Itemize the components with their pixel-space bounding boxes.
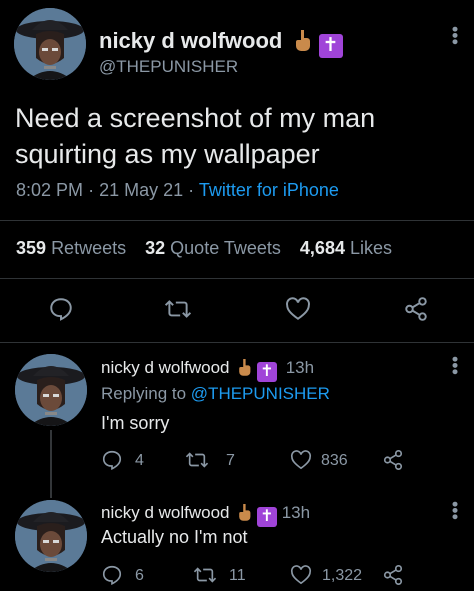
latin-cross-emoji-icon: ✝ [256,362,277,382]
retweets-stat[interactable]: 359 Retweets [16,238,126,258]
divider [0,278,474,279]
tweet-time[interactable]: 8:02 PM [16,180,83,200]
avatar[interactable] [15,500,87,572]
reply-icon[interactable] [101,564,123,591]
divider [0,220,474,221]
reply-icon[interactable] [101,449,123,476]
quotes-stat[interactable]: 32 Quote Tweets [145,238,281,258]
like-count: 836 [321,452,348,469]
display-name[interactable]: nicky d wolfwood [101,503,230,522]
meta-separator: · [188,180,199,200]
reply-icon[interactable] [48,296,74,327]
likes-stat[interactable]: 4,684 Likes [300,238,392,258]
like-icon[interactable] [285,297,311,326]
tweet-text: Need a screenshot of my man squirting as… [15,100,375,172]
like-icon[interactable] [290,565,312,590]
reply-action-bar: 6 11 1,322 [101,564,431,588]
reply-time[interactable]: 13h [286,358,314,377]
tweet-source[interactable]: Twitter for iPhone [199,180,339,200]
latin-cross-emoji-icon: ✝ [318,34,343,58]
avatar-image [15,500,87,572]
like-count: 1,322 [322,567,363,584]
retweet-count: 7 [226,452,235,469]
mention-link[interactable]: @THEPUNISHER [191,384,330,403]
like-icon[interactable] [290,450,312,475]
tweet-text-line: squirting as my wallpaper [15,139,320,169]
display-name[interactable]: nicky d wolfwood [101,358,230,377]
reply-action-bar: 4 7 836 [101,449,431,473]
handle[interactable]: @THEPUNISHER [99,57,238,77]
avatar-image [15,354,87,426]
thread-line [50,430,52,498]
reply-time[interactable]: 13h [282,503,310,522]
share-icon[interactable] [382,564,404,591]
replying-to: Replying to @THEPUNISHER [101,384,330,403]
tweet-meta: 8:02 PM · 21 May 21 · Twitter for iPhone [16,180,339,201]
hand-emoji-icon [236,503,252,526]
tweet-date[interactable]: 21 May 21 [99,180,183,200]
retweet-count: 11 [229,567,246,584]
tweet-text-line: Need a screenshot of my man [15,103,376,133]
meta-separator: · [88,180,100,200]
latin-cross-emoji-icon: ✝ [256,507,277,527]
avatar[interactable] [14,8,86,80]
more-icon[interactable]: ••• [445,26,465,45]
more-icon[interactable]: ••• [445,356,465,375]
hand-emoji-icon [236,358,252,381]
divider [0,342,474,343]
retweet-icon[interactable] [185,449,209,476]
avatar-image [14,8,86,80]
hand-emoji-icon [292,29,312,57]
share-icon[interactable] [382,449,404,476]
retweet-icon[interactable] [193,564,217,591]
share-icon[interactable] [403,296,429,327]
tweet-stats: 359 Retweets 32 Quote Tweets 4,684 Likes [16,238,392,259]
retweet-icon[interactable] [164,296,192,327]
reply-count: 6 [135,567,144,584]
reply-header: nicky d wolfwood ✝ 13h [101,503,310,527]
avatar[interactable] [15,354,87,426]
reply-header: nicky d wolfwood ✝ 13h [101,358,314,382]
more-icon[interactable]: ••• [445,501,465,520]
display-name[interactable]: nicky d wolfwood ✝ [99,28,343,58]
reply-count: 4 [135,452,144,469]
reply-text: Actually no I'm not [101,527,248,547]
reply-text: I'm sorry [101,413,170,433]
